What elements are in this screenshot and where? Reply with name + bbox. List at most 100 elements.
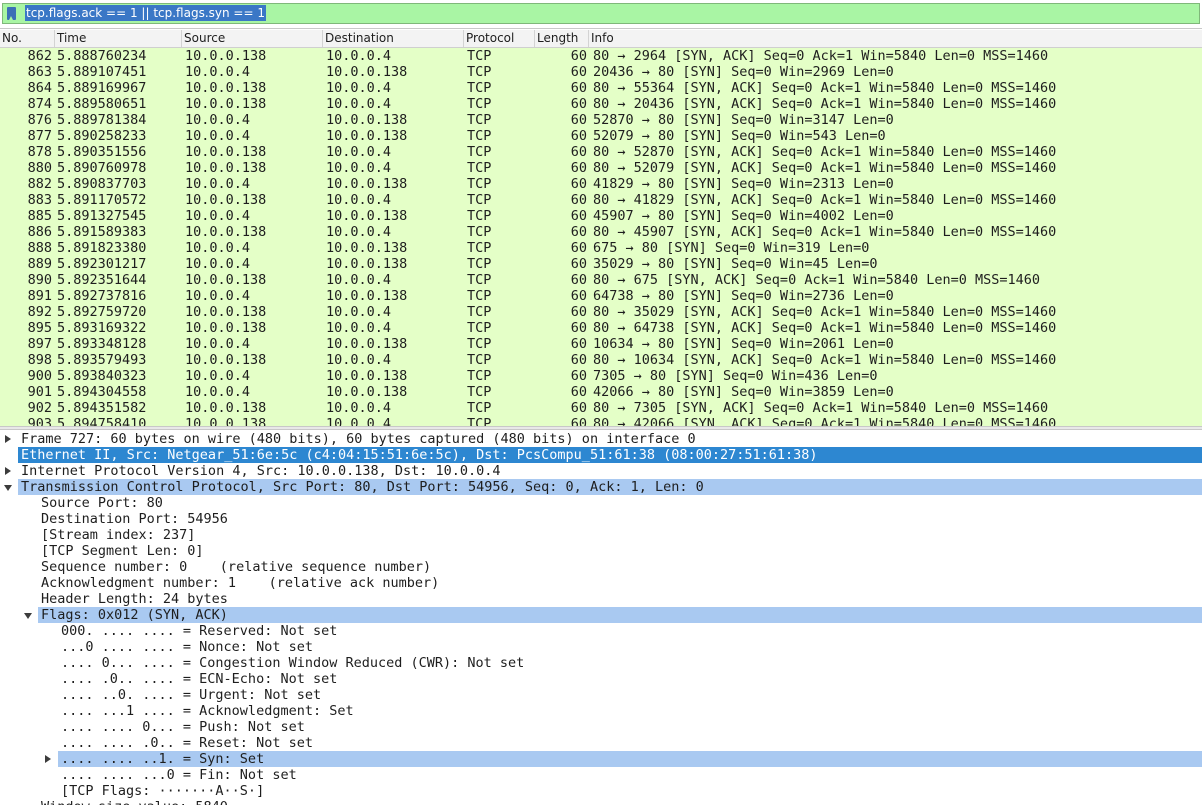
display-filter-input[interactable]: tcp.flags.ack == 1 || tcp.flags.syn == 1 — [2, 3, 1200, 24]
packet-row[interactable]: 864 5.889169967 10.0.0.138 10.0.0.4 TCP 60 80 … — [0, 80, 1202, 96]
tree-item-label: .... ..0. .... = Urgent: Not set — [61, 687, 322, 703]
packet-row[interactable]: 901 5.894304558 10.0.0.4 10.0.0.138 TCP 60 420… — [0, 384, 1202, 400]
packet-length: 60 — [570, 128, 587, 144]
tree-item[interactable]: Header Length: 24 bytes — [0, 591, 1202, 607]
tree-item[interactable]: Sequence number: 0 (relative sequence nu… — [0, 559, 1202, 575]
packet-protocol: TCP — [467, 80, 492, 96]
packet-row[interactable]: 895 5.893169322 10.0.0.138 10.0.0.4 TCP 60 80 … — [0, 320, 1202, 336]
packet-destination: 10.0.0.138 — [326, 368, 408, 384]
packet-row[interactable]: 862 5.888760234 10.0.0.138 10.0.0.4 TCP 60 80 … — [0, 48, 1202, 64]
packet-destination: 10.0.0.4 — [326, 224, 392, 240]
packet-protocol: TCP — [467, 384, 492, 400]
packet-row[interactable]: 891 5.892737816 10.0.0.4 10.0.0.138 TCP 60 647… — [0, 288, 1202, 304]
packet-row[interactable]: 888 5.891823380 10.0.0.4 10.0.0.138 TCP 60 675… — [0, 240, 1202, 256]
tree-item[interactable]: .... .... .0.. = Reset: Not set — [0, 735, 1202, 751]
packet-number: 883 — [27, 192, 52, 208]
packet-protocol: TCP — [467, 320, 492, 336]
packet-row[interactable]: 890 5.892351644 10.0.0.138 10.0.0.4 TCP 60 80 … — [0, 272, 1202, 288]
tree-item-label: .... ...1 .... = Acknowledgment: Set — [61, 703, 354, 719]
expand-arrow-right-icon[interactable] — [45, 755, 51, 763]
packet-info: 7305 → 80 [SYN] Seq=0 Win=436 Len=0 — [593, 368, 878, 384]
tree-item[interactable]: .... .... 0... = Push: Not set — [0, 719, 1202, 735]
packet-protocol: TCP — [467, 144, 492, 160]
column-header-source[interactable]: Source — [182, 30, 323, 47]
tree-item[interactable]: Source Port: 80 — [0, 495, 1202, 511]
packet-row[interactable]: 863 5.889107451 10.0.0.4 10.0.0.138 TCP 60 204… — [0, 64, 1202, 80]
tree-item-label: .... .... .0.. = Reset: Not set — [61, 735, 313, 751]
packet-number: 888 — [27, 240, 52, 256]
column-header-destination[interactable]: Destination — [323, 30, 464, 47]
packet-row[interactable]: 892 5.892759720 10.0.0.138 10.0.0.4 TCP 60 80 … — [0, 304, 1202, 320]
expand-arrow-down-icon[interactable] — [4, 485, 12, 491]
packet-row[interactable]: 882 5.890837703 10.0.0.4 10.0.0.138 TCP 60 418… — [0, 176, 1202, 192]
packet-source: 10.0.0.138 — [185, 352, 267, 368]
packet-row[interactable]: 889 5.892301217 10.0.0.4 10.0.0.138 TCP 60 350… — [0, 256, 1202, 272]
tree-item[interactable]: Window size value: 5840 — [0, 799, 1202, 805]
tree-item[interactable]: Frame 727: 60 bytes on wire (480 bits), … — [0, 431, 1202, 447]
tree-item[interactable]: [TCP Flags: ·······A··S·] — [0, 783, 1202, 799]
packet-destination: 10.0.0.138 — [326, 256, 408, 272]
packet-number: 877 — [27, 128, 52, 144]
packet-row[interactable]: 903 5.894758410 10.0.0.138 10.0.0.4 TCP 60 80 … — [0, 416, 1202, 426]
packet-row[interactable]: 902 5.894351582 10.0.0.138 10.0.0.4 TCP 60 80 … — [0, 400, 1202, 416]
column-header-time[interactable]: Time — [55, 30, 182, 47]
tree-item[interactable]: [TCP Segment Len: 0] — [0, 543, 1202, 559]
tree-item[interactable]: Acknowledgment number: 1 (relative ack n… — [0, 575, 1202, 591]
packet-time: 5.893348128 — [57, 336, 147, 352]
tree-item[interactable]: Flags: 0x012 (SYN, ACK) — [0, 607, 1202, 623]
tree-item[interactable]: Ethernet II, Src: Netgear_51:6e:5c (c4:0… — [0, 447, 1202, 463]
tree-item[interactable]: .... .... ...0 = Fin: Not set — [0, 767, 1202, 783]
packet-number: 895 — [27, 320, 52, 336]
tree-item[interactable]: ...0 .... .... = Nonce: Not set — [0, 639, 1202, 655]
expand-arrow-right-icon[interactable] — [5, 451, 11, 459]
tree-item[interactable]: 000. .... .... = Reserved: Not set — [0, 623, 1202, 639]
packet-row[interactable]: 878 5.890351556 10.0.0.138 10.0.0.4 TCP 60 80 … — [0, 144, 1202, 160]
expand-arrow-right-icon[interactable] — [5, 467, 11, 475]
expand-arrow-down-icon[interactable] — [24, 613, 32, 619]
tree-item[interactable]: .... 0... .... = Congestion Window Reduc… — [0, 655, 1202, 671]
tree-item[interactable]: Destination Port: 54956 — [0, 511, 1202, 527]
packet-row[interactable]: 883 5.891170572 10.0.0.138 10.0.0.4 TCP 60 80 … — [0, 192, 1202, 208]
packet-destination: 10.0.0.138 — [326, 288, 408, 304]
tree-item[interactable]: .... ..0. .... = Urgent: Not set — [0, 687, 1202, 703]
packet-row[interactable]: 874 5.889580651 10.0.0.138 10.0.0.4 TCP 60 80 … — [0, 96, 1202, 112]
packet-source: 10.0.0.4 — [185, 336, 251, 352]
column-header-protocol[interactable]: Protocol — [464, 30, 535, 47]
bookmark-icon[interactable] — [7, 7, 16, 20]
packet-length: 60 — [570, 48, 587, 64]
tree-item-label: Destination Port: 54956 — [41, 511, 228, 527]
packet-row[interactable]: 876 5.889781384 10.0.0.4 10.0.0.138 TCP 60 528… — [0, 112, 1202, 128]
packet-protocol: TCP — [467, 208, 492, 224]
tree-item[interactable]: [Stream index: 237] — [0, 527, 1202, 543]
packet-info: 675 → 80 [SYN] Seq=0 Win=319 Len=0 — [593, 240, 870, 256]
packet-info: 80 → 55364 [SYN, ACK] Seq=0 Ack=1 Win=58… — [593, 80, 1057, 96]
packet-time: 5.891823380 — [57, 240, 147, 256]
packet-row[interactable]: 886 5.891589383 10.0.0.138 10.0.0.4 TCP 60 80 … — [0, 224, 1202, 240]
column-header-no[interactable]: No. — [0, 30, 55, 47]
packet-row[interactable]: 898 5.893579493 10.0.0.138 10.0.0.4 TCP 60 80 … — [0, 352, 1202, 368]
packet-row[interactable]: 877 5.890258233 10.0.0.4 10.0.0.138 TCP 60 520… — [0, 128, 1202, 144]
tree-item[interactable]: .... .... ..1. = Syn: Set — [0, 751, 1202, 767]
packet-list[interactable]: No. Time Source Destination Protocol Len… — [0, 30, 1202, 426]
tree-item[interactable]: Internet Protocol Version 4, Src: 10.0.0… — [0, 463, 1202, 479]
column-header-info[interactable]: Info — [589, 30, 1202, 47]
tree-item[interactable]: .... .0.. .... = ECN-Echo: Not set — [0, 671, 1202, 687]
column-header-length[interactable]: Length — [535, 30, 589, 47]
packet-time: 5.890760978 — [57, 160, 147, 176]
packet-info: 80 → 20436 [SYN, ACK] Seq=0 Ack=1 Win=58… — [593, 96, 1057, 112]
expand-arrow-right-icon[interactable] — [5, 435, 11, 443]
packet-time: 5.889580651 — [57, 96, 147, 112]
packet-row[interactable]: 900 5.893840323 10.0.0.4 10.0.0.138 TCP 60 730… — [0, 368, 1202, 384]
tree-item-label: 000. .... .... = Reserved: Not set — [61, 623, 338, 639]
packet-row[interactable]: 897 5.893348128 10.0.0.4 10.0.0.138 TCP 60 106… — [0, 336, 1202, 352]
tree-item[interactable]: Transmission Control Protocol, Src Port:… — [0, 479, 1202, 495]
filter-text[interactable]: tcp.flags.ack == 1 || tcp.flags.syn == 1 — [25, 5, 266, 21]
packet-row[interactable]: 885 5.891327545 10.0.0.4 10.0.0.138 TCP 60 459… — [0, 208, 1202, 224]
packet-row[interactable]: 880 5.890760978 10.0.0.138 10.0.0.4 TCP 60 80 … — [0, 160, 1202, 176]
tree-item[interactable]: .... ...1 .... = Acknowledgment: Set — [0, 703, 1202, 719]
packet-length: 60 — [570, 320, 587, 336]
packet-details-tree[interactable]: Frame 727: 60 bytes on wire (480 bits), … — [0, 430, 1202, 805]
packet-length: 60 — [570, 96, 587, 112]
packet-info: 64738 → 80 [SYN] Seq=0 Win=2736 Len=0 — [593, 288, 894, 304]
tree-item-label: Source Port: 80 — [41, 495, 163, 511]
